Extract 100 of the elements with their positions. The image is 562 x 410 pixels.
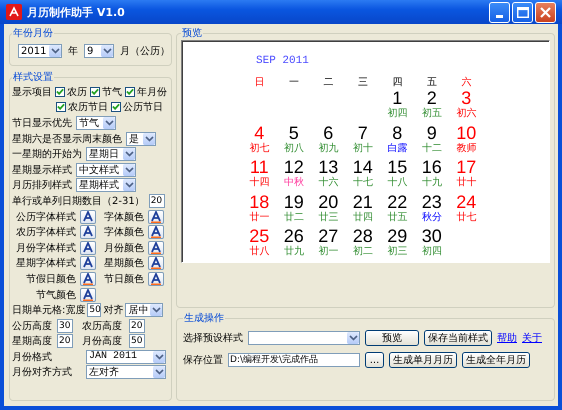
group-title: 样式设置	[12, 70, 54, 84]
maximize-icon	[516, 6, 528, 18]
day-number: 8	[392, 124, 402, 142]
field-label: 星期颜色	[103, 256, 144, 270]
dropdown[interactable]: JAN 2011	[86, 350, 166, 364]
lunar-date: 廿三	[318, 212, 338, 224]
close-button[interactable]	[535, 2, 556, 22]
dropdown[interactable]: 中文样式	[76, 162, 136, 177]
dropdown[interactable]: 星期日	[86, 147, 136, 162]
dropdown[interactable]: 节气	[76, 116, 116, 130]
day-number: 23	[422, 192, 442, 212]
font-button[interactable]	[80, 225, 96, 240]
number-field[interactable]: 20	[148, 194, 165, 208]
align-dropdown[interactable]: 居中	[125, 303, 164, 318]
color-button[interactable]	[148, 210, 164, 224]
lunar-date: 初五	[422, 108, 442, 120]
color-button[interactable]	[80, 288, 96, 302]
weekday-label: 日	[254, 76, 264, 89]
day-number: 12	[284, 158, 304, 177]
lunar-date: 白露	[387, 142, 408, 154]
day-number: 11	[250, 158, 269, 177]
day-number: 27	[318, 227, 338, 246]
weekday-label: 六	[461, 76, 472, 89]
caret-icon	[104, 120, 114, 126]
field-label: 星期六是否显示周末颜色	[12, 132, 122, 146]
lunar-date: 十六	[318, 177, 338, 189]
lunar-date: 教师	[456, 142, 476, 154]
font-button[interactable]	[80, 256, 96, 270]
field-label: 日期单元格:宽度	[12, 304, 86, 318]
number-field[interactable]: 20	[57, 334, 73, 348]
caret-icon	[144, 136, 154, 142]
day-number: 28	[352, 227, 373, 246]
weekday-label: 一	[288, 76, 299, 89]
checkbox[interactable]: 公历节日	[111, 100, 163, 114]
preview-button[interactable]: 预览	[365, 330, 419, 346]
checkbox[interactable]: 农历	[55, 84, 87, 99]
app-icon	[6, 4, 22, 20]
color-button[interactable]	[148, 272, 164, 286]
letter-a-icon	[82, 242, 94, 254]
field-label: 节假日颜色	[25, 272, 76, 286]
day-number: 16	[422, 158, 442, 177]
year-dropdown[interactable]: 2011	[18, 44, 62, 58]
day-number: 1	[392, 89, 402, 108]
generate-month-button[interactable]: 生成单月月历	[389, 352, 457, 368]
day-number: 15	[387, 158, 408, 177]
day-number: 5	[288, 124, 299, 142]
field-label: 月份颜色	[103, 242, 144, 255]
month-heading: SEP 2011	[255, 55, 310, 69]
minimize-button[interactable]	[489, 2, 510, 22]
lunar-date: 初四	[422, 246, 442, 258]
field-label: 月历排列样式	[12, 178, 72, 192]
field-label: 节气颜色	[35, 288, 76, 302]
field-label: 星期字体样式	[15, 256, 76, 270]
number-field[interactable]: 30	[57, 318, 73, 333]
field-label: 月（公历）	[120, 45, 170, 58]
browse-button[interactable]: ...	[365, 352, 384, 368]
day-number: 13	[318, 158, 338, 177]
font-button[interactable]	[80, 210, 96, 224]
maximize-button[interactable]	[512, 2, 533, 22]
number-field[interactable]: 50	[129, 334, 145, 348]
color-button[interactable]	[148, 240, 164, 255]
color-button[interactable]	[148, 225, 164, 240]
dropdown[interactable]: 左对齐	[86, 365, 166, 380]
letter-a-icon	[82, 210, 94, 223]
checkbox[interactable]: 节气	[90, 84, 122, 99]
letter-a-underline-icon	[150, 272, 162, 285]
group-title: 预览	[181, 27, 203, 40]
day-number: 6	[323, 124, 334, 142]
day-number: 21	[352, 192, 373, 212]
field-label: 月份字体样式	[15, 242, 76, 255]
day-number: 19	[284, 192, 304, 212]
generate-year-button[interactable]: 生成全年月历	[462, 352, 530, 368]
window-title: 月历制作助手 V1.0	[27, 4, 126, 20]
lunar-date: 廿二	[284, 212, 304, 224]
month-dropdown[interactable]: 9	[84, 44, 114, 58]
color-button[interactable]	[80, 272, 96, 286]
save-style-button[interactable]: 保存当前样式	[424, 330, 492, 346]
dropdown[interactable]: 星期样式	[76, 178, 136, 192]
color-button[interactable]	[148, 256, 164, 270]
lunar-date: 初四	[387, 108, 408, 120]
field-label: 单行或单列日期数目（2-31）	[12, 194, 145, 208]
day-number: 17	[456, 158, 476, 177]
width-field[interactable]: 50	[87, 303, 102, 318]
letter-a-icon	[82, 226, 94, 238]
preset-dropdown[interactable]	[248, 331, 360, 345]
lunar-date: 秋分	[422, 212, 442, 224]
checkbox[interactable]: 农历节日	[56, 100, 108, 114]
save-path-field[interactable]: D:\编程开发\完成作品	[228, 353, 360, 367]
number-field[interactable]: 20	[129, 318, 145, 333]
dropdown[interactable]: 是	[126, 132, 156, 146]
lunar-date: 廿五	[387, 212, 408, 224]
help-link[interactable]: 帮助	[497, 331, 517, 345]
lunar-date: 十二	[422, 142, 442, 154]
font-button[interactable]	[80, 240, 96, 255]
letter-a-underline-icon	[150, 226, 162, 238]
about-link[interactable]: 关于	[522, 331, 542, 345]
checkbox[interactable]: 年月份	[125, 84, 167, 99]
field-label: 公历字体样式	[15, 210, 76, 224]
lunar-date: 十七	[352, 177, 373, 189]
check-icon	[91, 88, 99, 96]
